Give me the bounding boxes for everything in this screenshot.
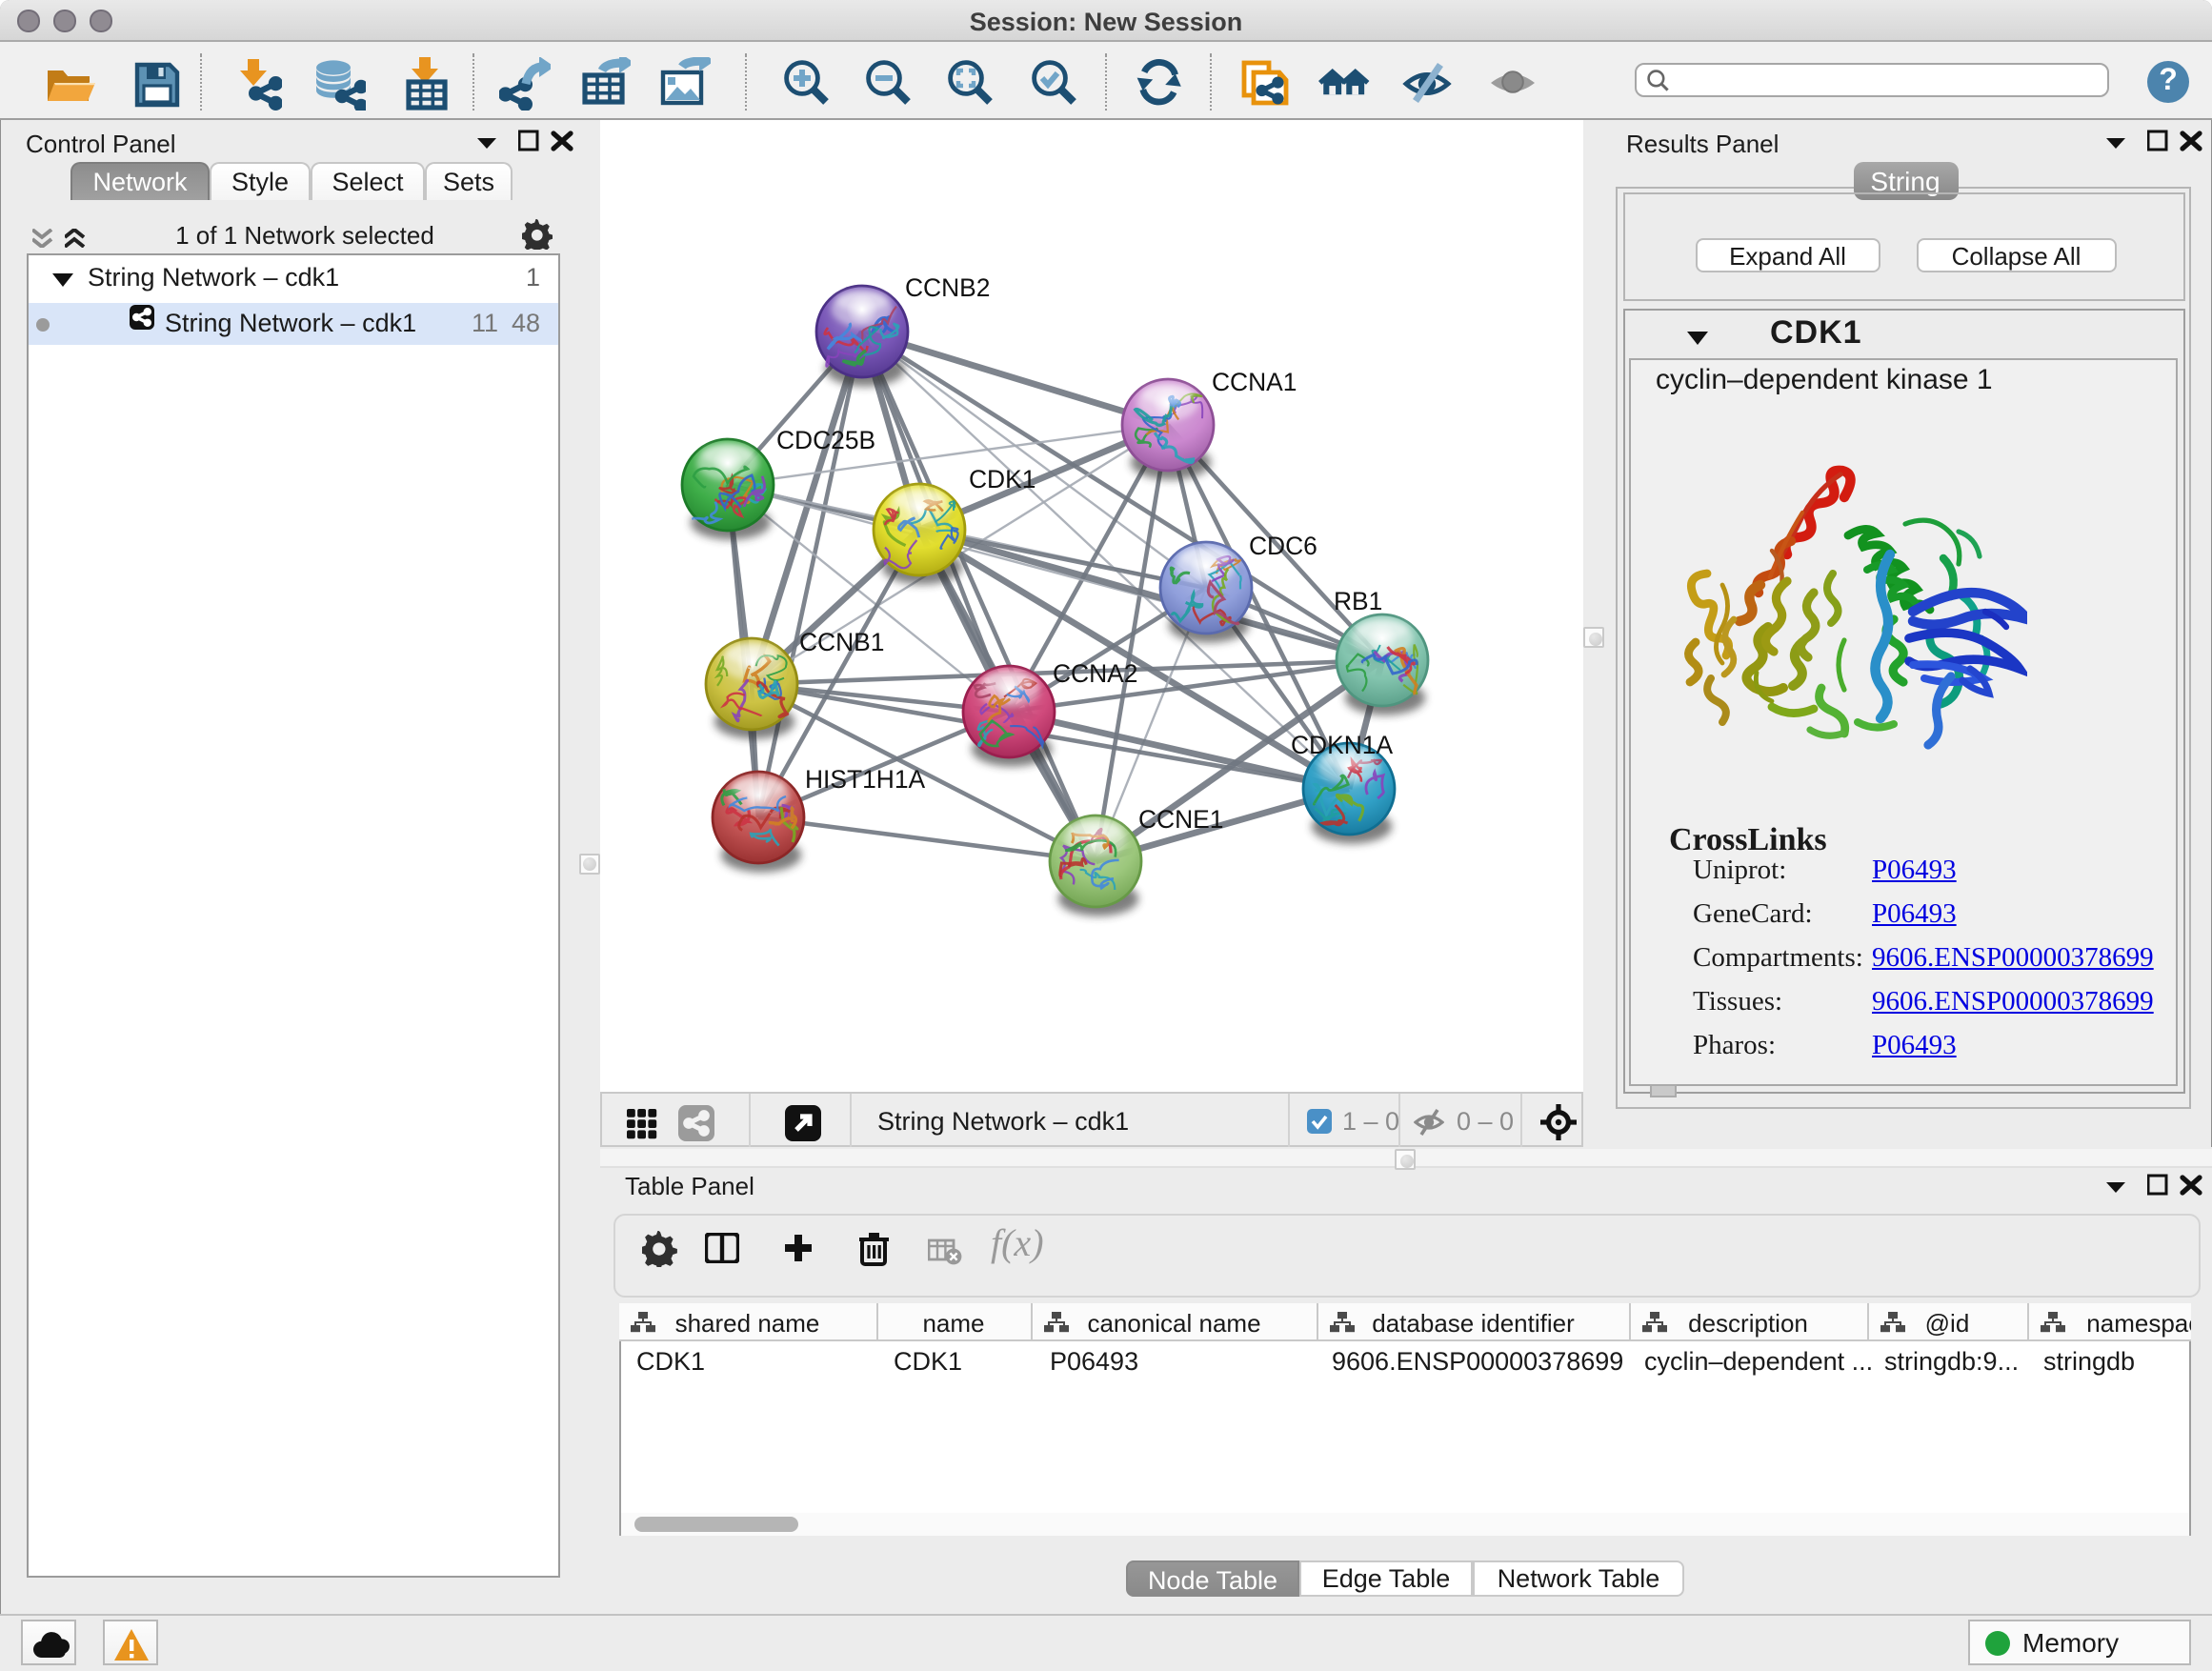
svg-text:CCNB1: CCNB1 [798, 628, 883, 656]
svg-text:CDC25B: CDC25B [775, 426, 875, 454]
svg-text:CCNA2: CCNA2 [1052, 659, 1136, 688]
svg-text:CCNA1: CCNA1 [1211, 368, 1296, 396]
svg-text:CDK1: CDK1 [968, 465, 1035, 493]
svg-text:CCNE1: CCNE1 [1137, 805, 1222, 834]
svg-text:CDKN1A: CDKN1A [1290, 731, 1392, 759]
svg-text:HIST1H1A: HIST1H1A [804, 765, 925, 794]
svg-text:RB1: RB1 [1333, 587, 1381, 615]
svg-text:CDC6: CDC6 [1248, 532, 1317, 560]
svg-text:CCNB2: CCNB2 [904, 273, 989, 302]
